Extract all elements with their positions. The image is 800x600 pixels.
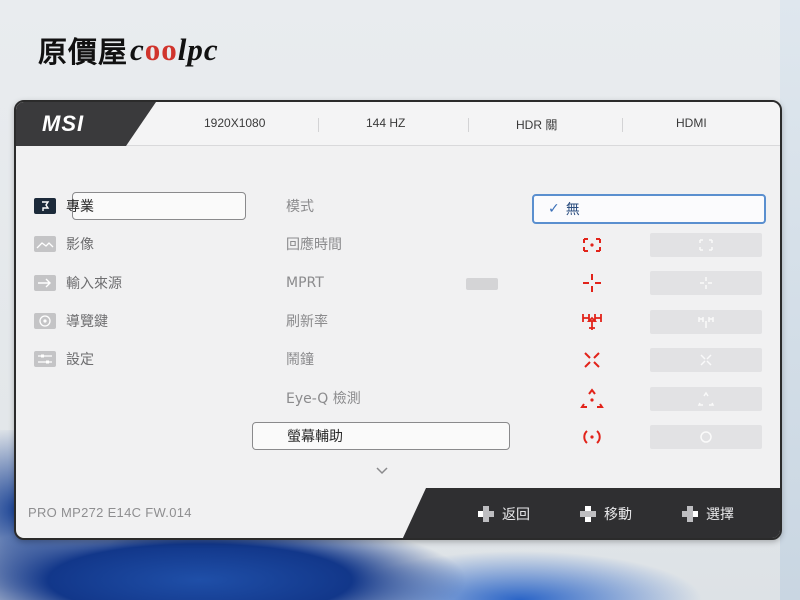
nav-item-navi-key[interactable]: 導覽鍵 [34,307,246,335]
back-label: 返回 [502,507,530,523]
osd-status-bar: MSI 1920X1080 144 HZ HDR 關 HDMI [16,102,780,146]
select-button[interactable]: 選擇 [680,504,734,524]
msi-logo: MSI [16,102,156,146]
nav-item-label: 設定 [66,352,94,368]
crosshair-preview [650,310,762,334]
status-divider [622,118,623,132]
submenu-refresh-rate[interactable]: 刷新率 [252,307,510,335]
image-icon [34,236,56,252]
crosshair-triangle-icon[interactable] [578,387,606,411]
move-label: 移動 [604,507,632,523]
status-input: HDMI [676,116,707,130]
crosshair-preview [650,425,762,449]
crosshair-preview [650,387,762,411]
input-source-icon [34,275,56,291]
navi-key-icon [34,313,56,329]
osd-footer: PRO MP272 E14C FW.014 返回 移動 選擇 [16,488,780,538]
nav-item-label: 影像 [66,237,94,253]
nav-selection-box [72,192,246,220]
nav-item-image[interactable]: 影像 [34,230,246,258]
submenu-mode[interactable]: 模式 [252,192,510,220]
status-divider [468,118,469,132]
logo-chinese-text: 原價屋 [38,35,129,69]
monitor-osd-panel: MSI 1920X1080 144 HZ HDR 關 HDMI 專業 影像 輸入… [14,100,782,540]
back-button[interactable]: 返回 [476,504,530,524]
option-none-selected[interactable]: ✓ 無 [532,194,766,224]
settings-icon [34,351,56,367]
check-icon: ✓ [548,201,560,217]
nav-item-settings[interactable]: 設定 [34,345,246,373]
status-refresh-rate: 144 HZ [366,116,406,130]
crosshair-x-icon[interactable] [578,348,606,372]
joystick-updown-icon [580,506,596,522]
submenu-alarm-clock[interactable]: 鬧鐘 [252,345,510,373]
nav-item-label: 專業 [66,199,94,215]
crosshair-preview [650,233,762,257]
crosshair-preview [650,348,762,372]
nav-item-label: 導覽鍵 [66,314,108,330]
move-button[interactable]: 移動 [578,504,632,524]
crosshair-cross-arrow-icon[interactable] [578,310,606,334]
coolpc-logo: 原價屋 coolpc [38,30,219,70]
option-none-label: 無 [565,202,580,218]
status-hdr: HDR 關 [516,118,558,132]
crosshair-preview [650,271,762,295]
nav-item-label: 輸入來源 [66,276,122,292]
submenu-screen-assistance[interactable]: 螢幕輔助 [252,422,510,450]
submenu-mprt[interactable]: MPRT [252,269,510,297]
nav-item-professional[interactable]: 專業 [34,192,246,220]
crosshair-center-dot-icon[interactable] [578,233,606,257]
logo-brand-text: coolpc [130,32,219,67]
nav-item-input-source[interactable]: 輸入來源 [34,269,246,297]
select-label: 選擇 [706,507,734,523]
wallpaper-edge [780,0,800,600]
chevron-down-icon [376,460,388,475]
crosshair-circle-icon[interactable] [578,425,606,449]
submenu-eye-q-check[interactable]: Eye-Q 檢測 [252,384,510,412]
status-divider [318,118,319,132]
crosshair-plus-icon[interactable] [578,271,606,295]
mprt-toggle[interactable] [466,278,498,290]
joystick-right-icon [682,506,698,522]
model-firmware-text: PRO MP272 E14C FW.014 [28,505,192,520]
professional-icon [34,198,56,214]
joystick-left-icon [478,506,494,522]
status-resolution: 1920X1080 [204,116,266,130]
submenu-response-time[interactable]: 回應時間 [252,230,510,258]
